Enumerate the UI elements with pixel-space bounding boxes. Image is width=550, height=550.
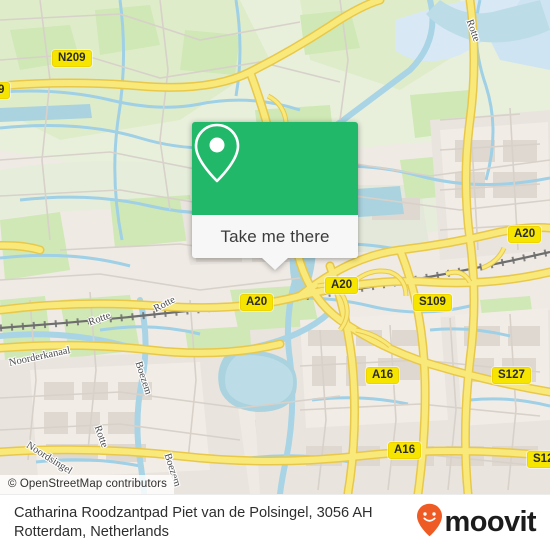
road-shield: A16 bbox=[366, 367, 400, 384]
callout-pin-panel bbox=[192, 122, 358, 215]
moovit-logo[interactable]: moovit bbox=[416, 503, 537, 542]
callout-action-panel[interactable]: Take me there bbox=[192, 215, 358, 270]
map-canvas[interactable]: N209 9 A20 A20 A20 S109 A16 S127 A16 S12… bbox=[0, 0, 550, 494]
moovit-map-screenshot: N209 9 A20 A20 A20 S109 A16 S127 A16 S12… bbox=[0, 0, 550, 550]
road-shield: A16 bbox=[388, 442, 422, 459]
road-shield: A20 bbox=[240, 294, 274, 311]
moovit-smiley-pin-icon bbox=[416, 503, 443, 542]
take-me-there-label: Take me there bbox=[220, 226, 330, 246]
road-shield: S12 bbox=[527, 451, 550, 468]
road-shield: N209 bbox=[52, 50, 92, 67]
road-shield: A20 bbox=[325, 277, 359, 294]
destination-callout[interactable]: Take me there bbox=[192, 122, 358, 270]
road-shield: 9 bbox=[0, 82, 11, 99]
address-text: Catharina Roodzantpad Piet van de Polsin… bbox=[14, 504, 373, 540]
road-shield: S127 bbox=[492, 367, 531, 384]
road-shield: S109 bbox=[413, 294, 452, 311]
osm-attribution[interactable]: © OpenStreetMap contributors bbox=[0, 475, 174, 494]
callout-pointer bbox=[262, 258, 288, 270]
footer-bar: Catharina Roodzantpad Piet van de Polsin… bbox=[0, 494, 550, 550]
moovit-wordmark: moovit bbox=[444, 506, 537, 538]
road-shield: A20 bbox=[508, 226, 542, 243]
